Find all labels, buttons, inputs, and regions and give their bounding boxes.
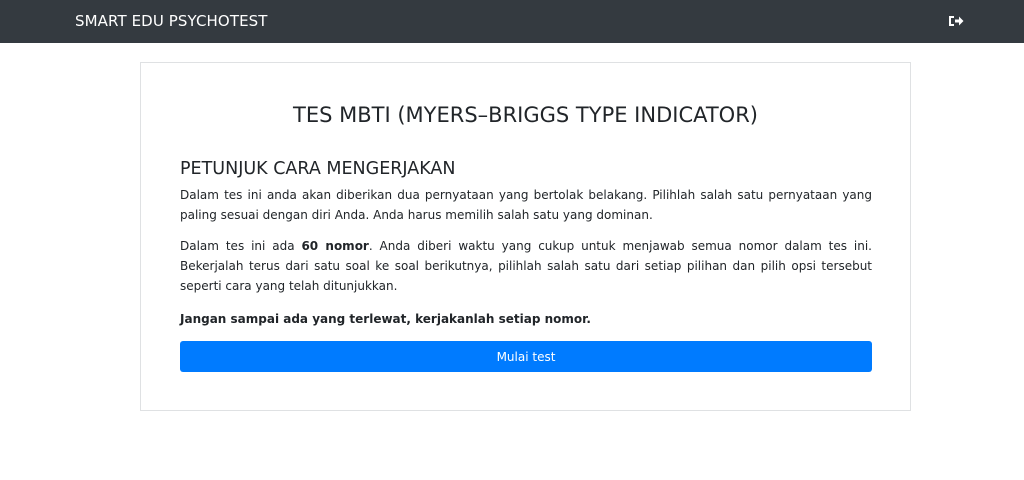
brand-link[interactable]: SMART EDU PSYCHOTEST xyxy=(75,12,268,30)
paragraph-2-text-start: Dalam tes ini ada xyxy=(180,239,302,253)
instruction-paragraph-2: Dalam tes ini ada 60 nomor. Anda diberi … xyxy=(180,237,872,296)
sign-out-icon[interactable] xyxy=(947,12,965,30)
instruction-paragraph-1: Dalam tes ini anda akan diberikan dua pe… xyxy=(180,188,872,222)
instruction-warning: Jangan sampai ada yang terlewat, kerjaka… xyxy=(180,312,591,326)
start-test-button[interactable]: Mulai test xyxy=(180,341,872,372)
top-navbar: SMART EDU PSYCHOTEST xyxy=(0,0,1024,43)
page-title: TES MBTI (MYERS–BRIGGS TYPE INDICATOR) xyxy=(293,103,758,127)
question-count: 60 nomor xyxy=(301,239,369,253)
instruction-card: TES MBTI (MYERS–BRIGGS TYPE INDICATOR) P… xyxy=(140,62,911,411)
instructions-heading: PETUNJUK CARA MENGERJAKAN xyxy=(180,159,456,179)
